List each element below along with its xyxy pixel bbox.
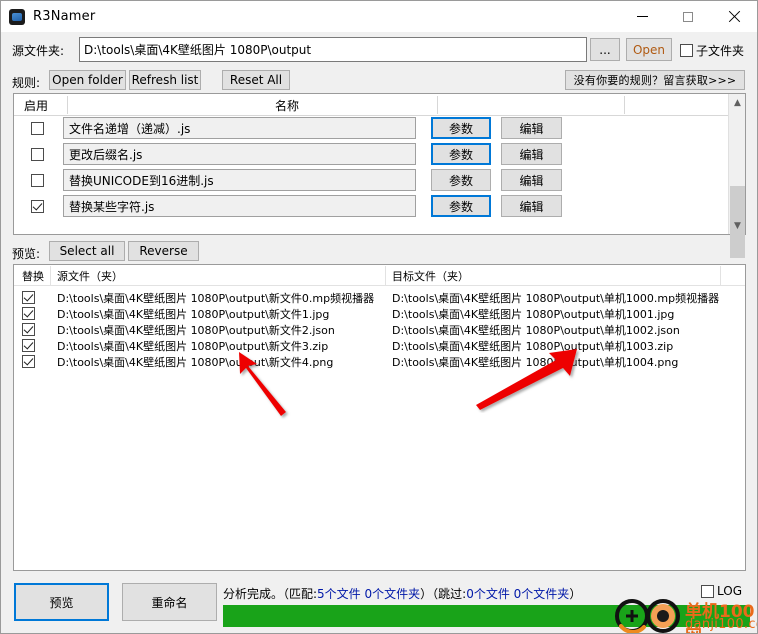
watermark-logo: 单机100网 danji100.com bbox=[613, 597, 757, 633]
preview-header-divider bbox=[720, 266, 721, 285]
preview-row-checkbox[interactable] bbox=[22, 339, 35, 352]
rule-edit-button[interactable]: 编辑 bbox=[501, 169, 562, 191]
maximize-icon bbox=[683, 11, 693, 22]
app-window: R3Namer 源文件夹: D:\tools\桌面\4K壁纸图片 1080P\o… bbox=[0, 0, 758, 634]
rules-table-body: 文件名递增（递减）.js 参数 编辑 更改后缀名.js 参数 编辑 替换UNICODE到16… bbox=[14, 116, 745, 220]
rule-row: 更改后缀名.js 参数 编辑 bbox=[14, 142, 745, 168]
rule-row: 文件名递增（递减）.js 参数 编辑 bbox=[14, 116, 745, 142]
rename-button[interactable]: 重命名 bbox=[122, 583, 217, 621]
rule-name-field[interactable]: 替换UNICODE到16进制.js bbox=[63, 169, 416, 191]
rules-header-enable: 启用 bbox=[24, 99, 49, 113]
scroll-down-icon[interactable]: ▼ bbox=[729, 217, 746, 234]
preview-row: D:\tools\桌面\4K壁纸图片 1080P\output\新文件1.jpg… bbox=[14, 306, 745, 322]
rules-header-divider bbox=[437, 96, 438, 114]
maximize-button[interactable] bbox=[665, 1, 711, 32]
preview-header-divider bbox=[385, 266, 386, 285]
rule-name-field[interactable]: 文件名递增（递减）.js bbox=[63, 117, 416, 139]
minimize-button[interactable] bbox=[619, 1, 665, 32]
rule-edit-button[interactable]: 编辑 bbox=[501, 117, 562, 139]
preview-row-checkbox[interactable] bbox=[22, 307, 35, 320]
preview-target-path: D:\tools\桌面\4K壁纸图片 1080P\output\单机1000.m… bbox=[392, 292, 720, 305]
scroll-up-icon[interactable]: ▲ bbox=[729, 94, 746, 111]
rules-table: 启用 名称 文件名递增（递减）.js 参数 编辑 更改后缀名.js 参数 编辑 替换UNIC… bbox=[13, 93, 746, 258]
rule-param-button[interactable]: 参数 bbox=[431, 143, 491, 165]
source-folder-input[interactable]: D:\tools\桌面\4K壁纸图片 1080P\output bbox=[79, 37, 587, 62]
log-checkbox[interactable]: LOG bbox=[701, 584, 742, 598]
close-button[interactable] bbox=[711, 1, 757, 32]
rules-label: 规则: bbox=[12, 76, 41, 90]
rule-row: 替换UNICODE到16进制.js 参数 编辑 bbox=[14, 168, 745, 194]
preview-target-path: D:\tools\桌面\4K壁纸图片 1080P\output\单机1002.j… bbox=[392, 324, 680, 337]
log-label: LOG bbox=[717, 584, 743, 598]
title-bar: R3Namer bbox=[1, 1, 757, 32]
rule-edit-button[interactable]: 编辑 bbox=[501, 195, 562, 217]
refresh-list-button[interactable]: Refresh list bbox=[129, 70, 201, 90]
window-controls bbox=[619, 1, 757, 32]
preview-table-header: 替换 源文件（夹） 目标文件（夹） bbox=[14, 265, 745, 286]
watermark-url: danji100.com bbox=[685, 617, 757, 632]
preview-target-path: D:\tools\桌面\4K壁纸图片 1080P\output\单机1004.p… bbox=[392, 356, 679, 369]
reverse-button[interactable]: Reverse bbox=[128, 241, 199, 261]
preview-row-checkbox[interactable] bbox=[22, 355, 35, 368]
preview-button[interactable]: 预览 bbox=[14, 583, 109, 621]
rule-edit-button[interactable]: 编辑 bbox=[501, 143, 562, 165]
source-folder-label: 源文件夹: bbox=[12, 44, 65, 58]
rules-header-divider bbox=[624, 96, 625, 114]
rule-name-field[interactable]: 替换某些字符.js bbox=[63, 195, 416, 217]
rule-enable-checkbox[interactable] bbox=[31, 148, 44, 161]
preview-target-path: D:\tools\桌面\4K壁纸图片 1080P\output\单机1001.j… bbox=[392, 308, 675, 321]
preview-row: D:\tools\桌面\4K壁纸图片 1080P\output\新文件0.mp频… bbox=[14, 290, 745, 306]
rule-enable-checkbox[interactable] bbox=[31, 122, 44, 135]
rules-table-header: 启用 名称 bbox=[14, 94, 745, 116]
promo-link-button[interactable]: 没有你要的规则？留言获取>>> bbox=[565, 70, 745, 90]
subfolder-checkbox-box[interactable] bbox=[680, 44, 693, 57]
preview-row: D:\tools\桌面\4K壁纸图片 1080P\output\新文件4.png… bbox=[14, 354, 745, 370]
preview-row: D:\tools\桌面\4K壁纸图片 1080P\output\新文件3.zip… bbox=[14, 338, 745, 354]
rule-param-button[interactable]: 参数 bbox=[431, 195, 491, 217]
log-checkbox-box[interactable] bbox=[701, 584, 714, 598]
rule-param-button[interactable]: 参数 bbox=[431, 169, 491, 191]
rule-enable-checkbox[interactable] bbox=[31, 174, 44, 187]
preview-row-checkbox[interactable] bbox=[22, 323, 35, 336]
select-all-button[interactable]: Select all bbox=[49, 241, 125, 261]
preview-label: 预览: bbox=[12, 247, 41, 261]
preview-source-path: D:\tools\桌面\4K壁纸图片 1080P\output\新文件2.jso… bbox=[57, 324, 335, 337]
preview-header-source: 源文件（夹） bbox=[57, 270, 123, 283]
preview-header-replace: 替换 bbox=[22, 270, 44, 283]
status-message: 分析完成。（匹配:5个文件 0个文件夹）（跳过:0个文件 0个文件夹） bbox=[223, 585, 581, 602]
subfolder-label: 子文件夹 bbox=[696, 44, 745, 58]
preview-target-path: D:\tools\桌面\4K壁纸图片 1080P\output\单机1003.z… bbox=[392, 340, 674, 353]
rules-toolbar: 规则: Open folder Refresh list Reset All 没… bbox=[1, 70, 757, 92]
rules-header-name: 名称 bbox=[274, 99, 299, 113]
rules-header-divider bbox=[67, 96, 68, 114]
preview-row: D:\tools\桌面\4K壁纸图片 1080P\output\新文件2.jso… bbox=[14, 322, 745, 338]
rule-row: 替换某些字符.js 参数 编辑 bbox=[14, 194, 745, 220]
rules-scrollbar[interactable]: ▲ ▼ bbox=[728, 94, 746, 258]
rule-name-field[interactable]: 更改后缀名.js bbox=[63, 143, 416, 165]
subfolder-checkbox[interactable]: 子文件夹 bbox=[680, 42, 744, 59]
preview-header-divider bbox=[50, 266, 51, 285]
open-button[interactable]: Open bbox=[626, 38, 672, 61]
window-title: R3Namer bbox=[33, 9, 96, 24]
source-folder-row: 源文件夹: D:\tools\桌面\4K壁纸图片 1080P\output ..… bbox=[1, 37, 757, 63]
preview-toolbar: 预览: Select all Reverse bbox=[1, 241, 757, 263]
status-text: 分析完成。（匹配:5个文件 0个文件夹）（跳过:0个文件 0个文件夹） bbox=[223, 587, 582, 601]
minimize-icon bbox=[636, 16, 648, 17]
preview-source-path: D:\tools\桌面\4K壁纸图片 1080P\output\新文件4.png bbox=[57, 356, 334, 369]
rule-enable-checkbox[interactable] bbox=[31, 200, 44, 213]
preview-source-path: D:\tools\桌面\4K壁纸图片 1080P\output\新文件3.zip bbox=[57, 340, 329, 353]
preview-header-target: 目标文件（夹） bbox=[392, 270, 469, 283]
watermark-icon bbox=[615, 599, 680, 633]
reset-all-button[interactable]: Reset All bbox=[222, 70, 290, 90]
preview-row-checkbox[interactable] bbox=[22, 291, 35, 304]
preview-source-path: D:\tools\桌面\4K壁纸图片 1080P\output\新文件0.mp频… bbox=[57, 292, 375, 305]
close-icon bbox=[728, 11, 740, 23]
preview-table: 替换 源文件（夹） 目标文件（夹） D:\tools\桌面\4K壁纸图片 108… bbox=[13, 264, 746, 571]
browse-button[interactable]: ... bbox=[590, 38, 620, 61]
rule-param-button[interactable]: 参数 bbox=[431, 117, 491, 139]
open-folder-button[interactable]: Open folder bbox=[49, 70, 126, 90]
preview-source-path: D:\tools\桌面\4K壁纸图片 1080P\output\新文件1.jpg bbox=[57, 308, 330, 321]
app-icon bbox=[9, 8, 25, 25]
preview-table-body: D:\tools\桌面\4K壁纸图片 1080P\output\新文件0.mp频… bbox=[14, 286, 745, 370]
